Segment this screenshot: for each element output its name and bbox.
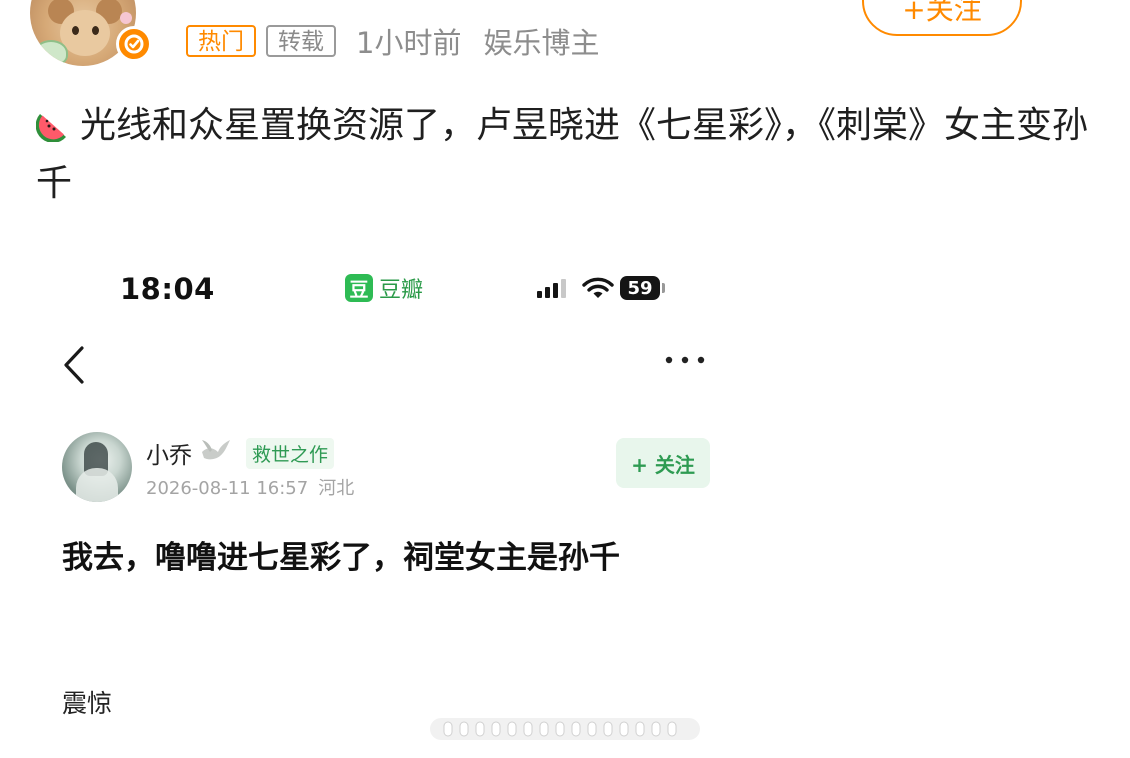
user-title-tag: 救世之作 [246, 438, 335, 469]
more-dots-icon[interactable] [662, 348, 708, 372]
douban-post-body: 震惊 [62, 689, 113, 718]
status-bar-time: 18:04 [120, 272, 215, 306]
douban-post-title: 我去，噜噜进七星彩了，祠堂女主是孙千 [62, 540, 620, 576]
douban-post-location: 河北 [318, 478, 355, 499]
post-time: 1小时前 [356, 26, 462, 60]
verified-icon [116, 26, 152, 62]
image-pager-indicator[interactable] [430, 714, 700, 744]
battery-level: 59 [627, 277, 653, 299]
douban-logo-icon: 豆 [345, 274, 373, 302]
dove-icon [202, 440, 230, 460]
chevron-left-icon[interactable] [58, 342, 92, 388]
signal-icon [537, 279, 566, 298]
post-body-text: 光线和众星置换资源了，卢昱晓进《七星彩》，《刺棠》女主变孙千 [36, 105, 1089, 204]
weibo-post-screen: 热门 转载 1小时前 娱乐博主 +关注 光线和众星置换资源了，卢昱晓进《七星彩》… [0, 0, 1130, 758]
author-avatar-wrap[interactable] [30, 0, 156, 66]
battery-icon: 59 [620, 276, 660, 300]
douban-post-date: 2026-08-11 16:57 [146, 478, 309, 499]
douban-user-name[interactable]: 小乔 [146, 436, 192, 470]
repost-tag: 转载 [266, 25, 336, 57]
douban-follow-button[interactable]: + 关注 [616, 438, 710, 488]
douban-user-avatar[interactable] [62, 432, 132, 502]
douban-app-name: 豆瓣 [379, 278, 424, 303]
post-source: 娱乐博主 [483, 26, 600, 60]
status-icons: 59 [536, 276, 665, 300]
embedded-douban-screenshot[interactable]: 18:04 豆 豆瓣 59 小乔 救世之作 2026-08-11 16:57 河… [0, 240, 1130, 758]
wifi-icon [582, 277, 614, 298]
watermelon-emoji-icon [35, 102, 74, 143]
douban-post-meta: 2026-08-11 16:57 河北 [146, 474, 354, 500]
post-text: 光线和众星置换资源了，卢昱晓进《七星彩》，《刺棠》女主变孙千 [35, 97, 1106, 213]
follow-button[interactable]: +关注 [862, 0, 1022, 36]
hot-tag: 热门 [186, 25, 256, 57]
douban-app-chip: 豆 豆瓣 [345, 272, 423, 304]
post-meta-row: 热门 转载 1小时前 娱乐博主 [186, 20, 599, 62]
